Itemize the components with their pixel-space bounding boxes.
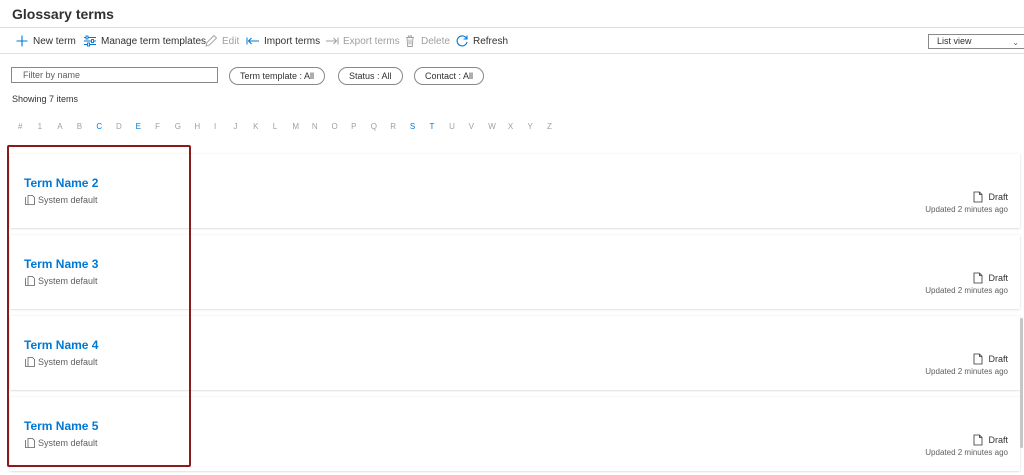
alphabet-letter[interactable]: W [488,122,508,131]
sliders-icon [83,34,97,48]
alphabet-letter[interactable]: P [351,122,371,131]
edit-label: Edit [222,35,240,47]
import-arrow-icon [246,34,260,48]
import-terms-button[interactable]: Import terms [246,29,320,53]
command-bar: New term Manage term templates Edit Impo… [0,29,1024,53]
alphabet-letter[interactable]: I [214,122,234,131]
term-updated-time: Updated 2 minutes ago [925,205,1008,214]
alphabet-letter[interactable]: T [429,122,449,131]
term-template-label: System default [38,276,98,286]
template-document-icon [24,194,36,206]
term-name-link[interactable]: Term Name 5 [24,419,98,433]
alphabet-letter[interactable]: U [449,122,469,131]
alphabet-letter[interactable]: G [175,122,195,131]
view-select-value: List view [937,36,972,46]
alphabet-letter[interactable]: E [136,122,156,131]
export-terms-button[interactable]: Export terms [325,29,400,53]
term-status-label: Draft [988,354,1008,364]
term-template: System default [24,275,98,287]
alphabet-letter[interactable]: R [390,122,410,131]
export-arrow-icon [325,34,339,48]
document-icon [973,353,983,365]
term-status: Draft [973,272,1008,284]
new-term-label: New term [33,35,76,47]
term-template-filter[interactable]: Term template : All [229,67,326,85]
item-count: Showing 7 items [12,94,79,104]
toolbar-divider [0,53,1024,54]
contact-filter[interactable]: Contact : All [414,67,485,85]
manage-term-templates-button[interactable]: Manage term templates [83,29,206,53]
term-status-label: Draft [988,192,1008,202]
filter-by-name-input[interactable] [11,67,218,83]
term-updated-time: Updated 2 minutes ago [925,367,1008,376]
status-filter[interactable]: Status : All [338,67,403,85]
alphabet-letter[interactable]: # [18,122,38,131]
alphabet-letter[interactable]: O [332,122,352,131]
alphabet-letter[interactable]: F [155,122,175,131]
alphabet-letter[interactable]: D [116,122,136,131]
chevron-down-icon: ⌄ [1012,38,1019,47]
alphabet-letter[interactable]: N [312,122,332,131]
term-status: Draft [973,434,1008,446]
term-status-label: Draft [988,435,1008,445]
document-icon [973,191,983,203]
term-status-label: Draft [988,273,1008,283]
alphabet-letter[interactable]: H [194,122,214,131]
alphabet-letter[interactable]: X [508,122,528,131]
template-document-icon [24,437,36,449]
term-name-link[interactable]: Term Name 4 [24,338,98,352]
alphabet-letter[interactable]: M [292,122,312,131]
term-template-label: System default [38,195,98,205]
refresh-icon [455,34,469,48]
alphabet-letter[interactable]: Y [527,122,547,131]
document-icon [973,272,983,284]
alphabet-letter[interactable]: L [273,122,293,131]
view-select[interactable]: List view ⌄ [928,34,1024,49]
term-template-label: System default [38,438,98,448]
new-term-button[interactable]: New term [15,29,76,53]
term-card[interactable]: Term Name 3 System default Draft Updated 2 … [10,235,1020,309]
plus-icon [15,34,29,48]
template-document-icon [24,275,36,287]
delete-label: Delete [421,35,450,47]
term-template: System default [24,356,98,368]
header-divider [0,27,1024,28]
document-icon [973,434,983,446]
manage-term-templates-label: Manage term templates [101,35,207,47]
term-updated-time: Updated 2 minutes ago [925,448,1008,457]
term-card[interactable]: Term Name 5 System default Draft Updated 2 … [10,397,1020,471]
term-name-link[interactable]: Term Name 3 [24,257,98,271]
term-card[interactable]: Term Name 4 System default Draft Updated 2 … [10,316,1020,390]
scrollbar[interactable] [1020,318,1023,448]
edit-button[interactable]: Edit [204,29,239,53]
alphabet-letter[interactable]: C [96,122,116,131]
alphabet-letter[interactable]: 1 [38,122,58,131]
pencil-icon [204,34,218,48]
term-name-link[interactable]: Term Name 2 [24,176,98,190]
refresh-label: Refresh [473,35,509,47]
alphabet-letter[interactable]: S [410,122,430,131]
delete-button[interactable]: Delete [403,29,450,53]
alphabet-letter[interactable]: A [57,122,77,131]
alphabet-letter[interactable]: K [253,122,273,131]
page-title: Glossary terms [12,6,114,22]
alphabet-letter[interactable]: J [234,122,254,131]
refresh-button[interactable]: Refresh [455,29,508,53]
trash-icon [403,34,417,48]
term-updated-time: Updated 2 minutes ago [925,286,1008,295]
term-status: Draft [973,353,1008,365]
term-card[interactable]: Term Name 2 System default Draft Updated 2 … [10,154,1020,228]
term-template: System default [24,194,98,206]
term-status: Draft [973,191,1008,203]
alphabet-letter[interactable]: B [77,122,97,131]
template-document-icon [24,356,36,368]
term-template-label: System default [38,357,98,367]
alphabet-letter[interactable]: Q [371,122,391,131]
export-terms-label: Export terms [343,35,400,47]
import-terms-label: Import terms [264,35,321,47]
alphabet-letter[interactable]: Z [547,122,567,131]
alphabet-index: #1 A B C D E F G H I J K L M N O P Q R S T U V W X Y Z [18,122,567,131]
alphabet-letter[interactable]: V [469,122,489,131]
term-template: System default [24,437,98,449]
